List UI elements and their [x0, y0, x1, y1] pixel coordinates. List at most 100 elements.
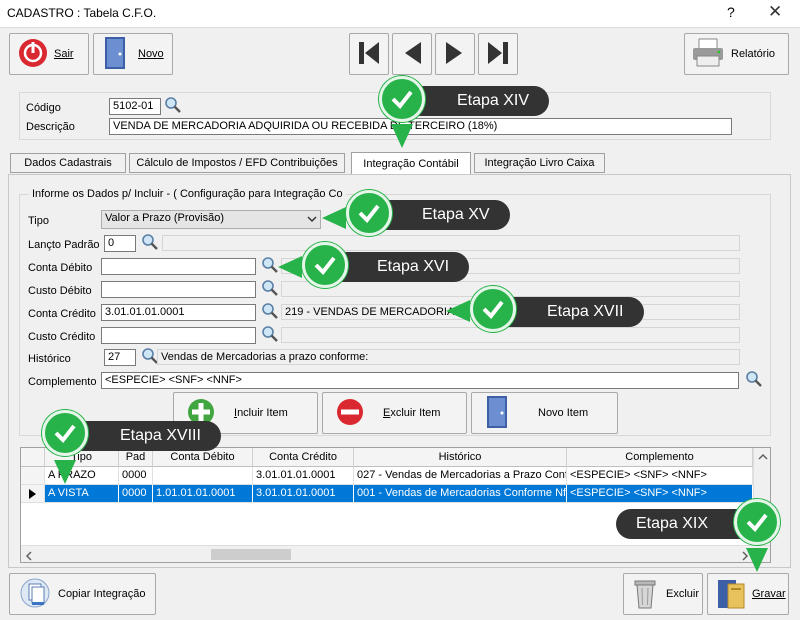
- tipo-select[interactable]: Valor a Prazo (Provisão): [101, 210, 321, 229]
- complemento-input[interactable]: <ESPECIE> <SNF> <NNF>: [101, 372, 739, 389]
- cell-pad[interactable]: 0000: [119, 467, 153, 485]
- pointer-arrow: [278, 256, 302, 278]
- title-bar: CADASTRO : Tabela C.F.O. ? ✕: [0, 0, 800, 28]
- relatorio-label: Relatório: [731, 48, 776, 60]
- custo-credito-search-icon[interactable]: [261, 325, 279, 346]
- scroll-left-icon[interactable]: [25, 551, 33, 562]
- incluir-item-label: Incluir Item: [234, 407, 288, 419]
- lancto-search-icon[interactable]: [141, 233, 159, 254]
- custo-credito-label: Custo Crédito: [28, 331, 96, 343]
- cell-conta-debito[interactable]: 1.01.01.01.0001: [153, 485, 253, 503]
- cell-conta-credito[interactable]: 3.01.01.01.0001: [253, 467, 354, 485]
- gravar-button[interactable]: Gravar: [707, 573, 789, 615]
- historico-label: Histórico: [28, 353, 71, 365]
- gravar-label: Gravar: [752, 588, 786, 600]
- custo-debito-label: Custo Débito: [28, 285, 92, 297]
- scroll-thumb[interactable]: [211, 549, 291, 560]
- checkmark-icon: [379, 76, 425, 122]
- codigo-search-icon[interactable]: [164, 96, 182, 117]
- pointer-arrow: [746, 548, 768, 572]
- conta-credito-search-icon[interactable]: [261, 302, 279, 323]
- cell-complemento[interactable]: <ESPECIE> <SNF> <NNF>: [567, 467, 753, 485]
- relatorio-button[interactable]: Relatório: [684, 33, 789, 75]
- tab-calculo-impostos[interactable]: Cálculo de Impostos / EFD Contribuições: [129, 153, 345, 173]
- descricao-input[interactable]: VENDA DE MERCADORIA ADQUIRIDA OU RECEBID…: [109, 118, 732, 135]
- row-indicator: [21, 467, 45, 485]
- horizontal-scrollbar[interactable]: [21, 545, 770, 562]
- callout-etapa-xvii: Etapa XVII: [495, 297, 644, 327]
- minus-icon: [335, 397, 365, 430]
- lancto-input[interactable]: 0: [104, 235, 136, 252]
- grid-header-historico[interactable]: Histórico: [354, 448, 567, 467]
- custo-credito-desc: [281, 327, 740, 343]
- lancto-desc: [162, 235, 740, 251]
- printer-icon: [691, 38, 725, 71]
- pointer-arrow: [54, 460, 76, 484]
- scroll-up-icon[interactable]: [758, 452, 768, 464]
- cell-complemento[interactable]: <ESPECIE> <SNF> <NNF>: [567, 485, 753, 503]
- row-indicator: [21, 485, 45, 503]
- copy-icon: [20, 577, 50, 612]
- save-folder-icon: [716, 576, 746, 613]
- custo-debito-search-icon[interactable]: [261, 279, 279, 300]
- codigo-label: Código: [26, 102, 61, 114]
- first-record-button[interactable]: [349, 33, 389, 75]
- conta-credito-label: Conta Crédito: [28, 308, 96, 320]
- cell-tipo[interactable]: A VISTA: [45, 485, 119, 503]
- tab-dados-cadastrais[interactable]: Dados Cadastrais: [10, 153, 126, 173]
- checkmark-icon: [346, 190, 392, 236]
- cell-historico[interactable]: 027 - Vendas de Mercadorias a Prazo Conf: [354, 467, 567, 485]
- historico-input[interactable]: 27: [104, 349, 136, 366]
- grid-header-complemento[interactable]: Complemento: [567, 448, 753, 467]
- chevron-down-icon: [307, 214, 317, 226]
- power-icon: [18, 38, 48, 71]
- excluir-button[interactable]: Excluir: [623, 573, 703, 615]
- group-title: Informe os Dados p/ Incluir - ( Configur…: [29, 188, 346, 200]
- excluir-item-label: Excluir Item: [383, 407, 441, 419]
- copiar-integracao-button[interactable]: Copiar Integração: [9, 573, 156, 615]
- close-button[interactable]: ✕: [768, 2, 782, 22]
- help-button[interactable]: ?: [727, 4, 735, 20]
- cell-conta-debito[interactable]: [153, 467, 253, 485]
- conta-credito-input[interactable]: 3.01.01.01.0001: [101, 304, 256, 321]
- tab-integracao-contabil[interactable]: Integração Contábil: [351, 152, 471, 174]
- conta-debito-input[interactable]: [101, 258, 256, 275]
- current-row-icon: [29, 489, 36, 499]
- historico-desc: Vendas de Mercadorias a prazo conforme:: [157, 349, 740, 365]
- custo-debito-input[interactable]: [101, 281, 256, 298]
- last-record-button[interactable]: [478, 33, 518, 75]
- custo-credito-input[interactable]: [101, 327, 256, 344]
- grid-indicator-header: [21, 448, 45, 467]
- descricao-label: Descrição: [26, 121, 75, 133]
- novo-button[interactable]: Novo: [93, 33, 173, 75]
- cell-historico[interactable]: 001 - Vendas de Mercadorias Conforme Nf: [354, 485, 567, 503]
- pointer-arrow: [391, 124, 413, 148]
- conta-debito-search-icon[interactable]: [261, 256, 279, 277]
- tipo-value: Valor a Prazo (Provisão): [105, 212, 225, 224]
- checkmark-icon: [470, 286, 516, 332]
- next-icon: [444, 40, 466, 69]
- copiar-integracao-label: Copiar Integração: [58, 588, 146, 600]
- next-record-button[interactable]: [435, 33, 475, 75]
- excluir-item-button[interactable]: Excluir Item: [322, 392, 467, 434]
- novo-item-button[interactable]: Novo Item: [471, 392, 618, 434]
- previous-record-button[interactable]: [392, 33, 432, 75]
- trash-icon: [632, 576, 658, 613]
- codigo-input[interactable]: 5102-01: [109, 98, 161, 115]
- door-icon: [486, 395, 508, 432]
- complemento-search-icon[interactable]: [745, 370, 763, 391]
- pointer-arrow: [322, 207, 346, 229]
- grid-header-conta-credito[interactable]: Conta Crédito: [253, 448, 354, 467]
- items-grid[interactable]: Tipo Pad Conta Débito Conta Crédito Hist…: [20, 447, 771, 563]
- complemento-label: Complemento: [28, 376, 97, 388]
- novo-item-label: Novo Item: [538, 407, 589, 419]
- cell-pad[interactable]: 0000: [119, 485, 153, 503]
- previous-icon: [401, 40, 423, 69]
- cell-conta-credito[interactable]: 3.01.01.01.0001: [253, 485, 354, 503]
- lancto-label: Lançto Padrão: [28, 239, 100, 251]
- sair-button[interactable]: Sair: [9, 33, 89, 75]
- tab-integracao-livro-caixa[interactable]: Integração Livro Caixa: [474, 153, 605, 173]
- checkmark-icon: [734, 499, 780, 545]
- pointer-arrow: [446, 300, 470, 322]
- checkmark-icon: [302, 242, 348, 288]
